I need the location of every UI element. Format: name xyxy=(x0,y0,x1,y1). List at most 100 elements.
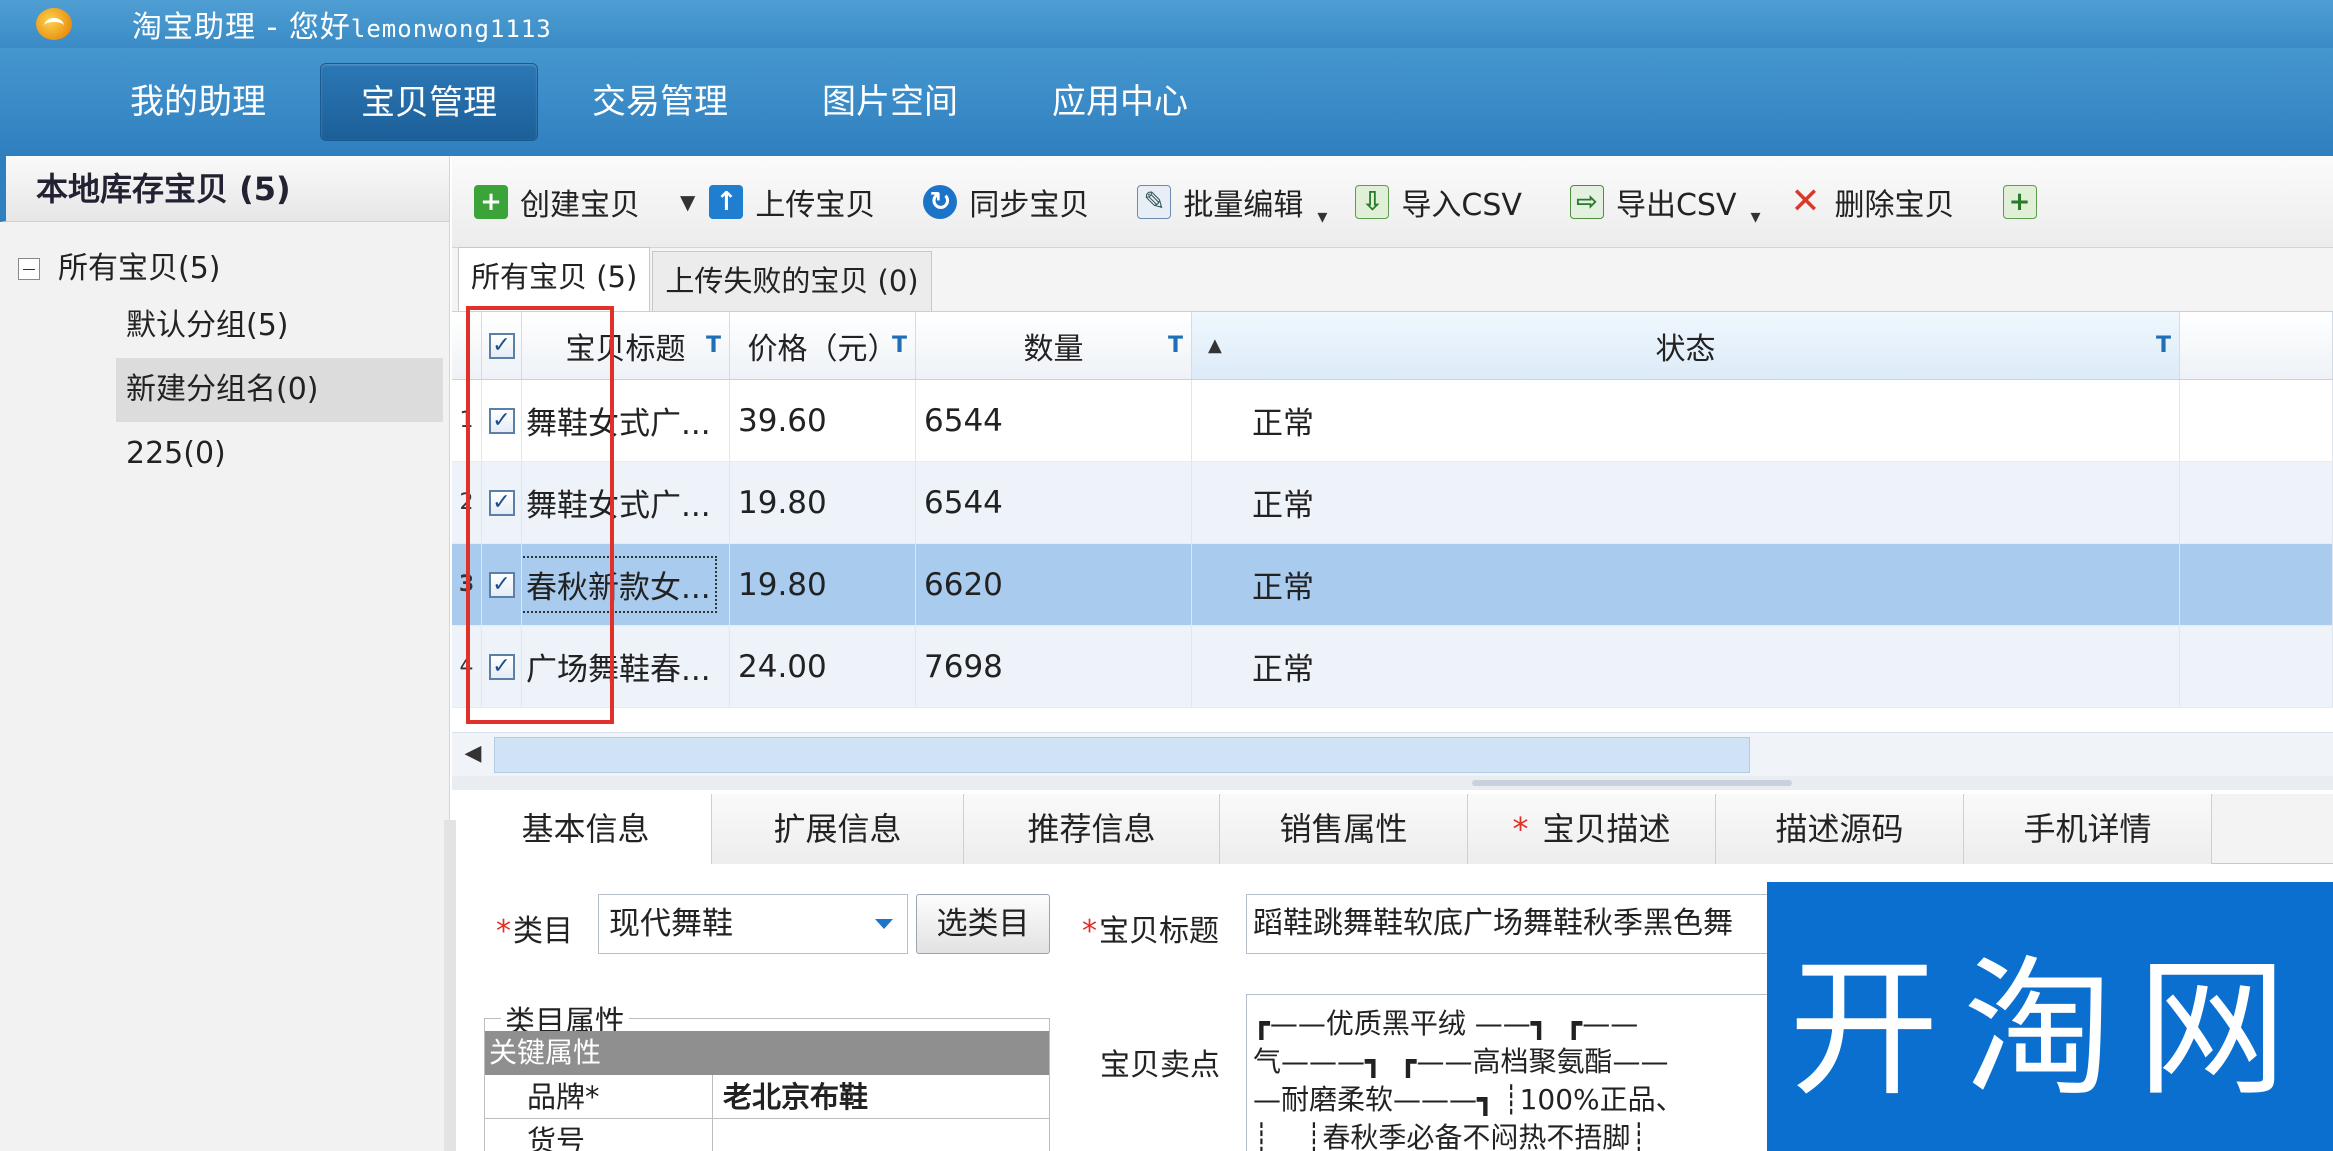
filter-icon[interactable]: T xyxy=(1168,333,1183,358)
tab-basic-info[interactable]: 基本信息 xyxy=(460,794,712,864)
tree-item-225[interactable]: 225(0) xyxy=(116,422,443,486)
create-dropdown-arrow-icon[interactable]: ▼ xyxy=(680,190,695,214)
filter-icon[interactable]: T xyxy=(2156,333,2171,358)
key-attributes-header: 关键属性 xyxy=(485,1031,1049,1075)
required-asterisk: * xyxy=(496,914,511,949)
nav-app-center[interactable]: 应用中心 xyxy=(1012,63,1228,141)
tab-item-description[interactable]: * 宝贝描述 xyxy=(1468,794,1716,864)
export-csv-label: 导出CSV xyxy=(1615,187,1737,223)
cell-status[interactable]: 正常 xyxy=(1192,462,2180,543)
nav-trade-management[interactable]: 交易管理 xyxy=(552,63,768,141)
scrollbar-thumb[interactable] xyxy=(494,737,1750,773)
batch-edit-button[interactable]: ✎ 批量编辑 xyxy=(1137,180,1303,224)
table-row[interactable]: 1 ✓ 舞鞋女式广... 39.60 6544 正常 xyxy=(452,380,2333,462)
required-asterisk: * xyxy=(1512,810,1529,848)
splitter-grip[interactable] xyxy=(1472,780,1792,786)
delete-item-label: 删除宝贝 xyxy=(1834,187,1955,223)
edit-document-icon: ✎ xyxy=(1137,184,1172,219)
cell-price[interactable]: 19.80 xyxy=(730,544,916,625)
main-nav: 我的助理 宝贝管理 交易管理 图片空间 应用中心 xyxy=(0,48,2333,156)
cell-price[interactable]: 39.60 xyxy=(730,380,916,461)
cell-status[interactable]: 正常 xyxy=(1192,380,2180,461)
cell-rest xyxy=(2180,626,2333,707)
tree-root-all-items[interactable]: 所有宝贝(5) xyxy=(0,244,449,294)
selling-points-textarea[interactable]: ┏——优质黑平绒 ——┓ ┏—— 气———┓ ┏——高档聚氨酯—— —耐磨柔软—… xyxy=(1246,994,1846,1151)
cell-price[interactable]: 24.00 xyxy=(730,626,916,707)
attr-row-brand[interactable]: 品牌* 老北京布鞋 xyxy=(485,1075,1049,1119)
sync-item-label: 同步宝贝 xyxy=(969,187,1090,223)
import-csv-label: 导入CSV xyxy=(1401,187,1522,223)
category-select[interactable]: 现代舞鞋 xyxy=(598,894,908,954)
upload-item-button[interactable]: ↑ 上传宝贝 xyxy=(709,180,875,224)
column-status-label: 状态 xyxy=(1655,331,1716,367)
item-title-input[interactable]: 蹈鞋跳舞鞋软底广场舞鞋秋季黑色舞 xyxy=(1246,894,1846,954)
collapse-icon[interactable] xyxy=(18,258,40,280)
tab-description-source[interactable]: 描述源码 xyxy=(1716,794,1964,864)
horizontal-scrollbar[interactable]: ◀ xyxy=(452,732,2333,776)
tree-root-label: 所有宝贝(5) xyxy=(58,251,221,286)
detail-tabs: 基本信息 扩展信息 推荐信息 销售属性 * 宝贝描述 描述源码 手机详情 xyxy=(460,794,2333,864)
column-header-rest xyxy=(2180,312,2333,379)
sync-icon: ↻ xyxy=(923,184,958,219)
tab-upload-failed[interactable]: 上传失败的宝贝 (0) xyxy=(652,251,932,311)
title-bar: 淘宝助理 - 您好lemonwong1113 xyxy=(0,0,2333,48)
item-title-label: *宝贝标题 xyxy=(1082,906,1219,950)
chevron-down-icon[interactable] xyxy=(875,919,893,929)
toolbar: + 创建宝贝 ▼ ↑ 上传宝贝 ↻ 同步宝贝 ✎ 批量编辑 ▾ ⇩ 导入CSV … xyxy=(452,156,2333,248)
column-header-qty[interactable]: 数量 T xyxy=(916,312,1192,379)
category-label-text: 类目 xyxy=(513,914,573,949)
export-dropdown-icon[interactable]: ▾ xyxy=(1750,204,1760,228)
export-csv-button[interactable]: ⇨ 导出CSV xyxy=(1569,180,1737,224)
cell-qty[interactable]: 6544 xyxy=(916,462,1192,543)
panel-splitter[interactable] xyxy=(452,776,2333,790)
pick-category-button[interactable]: 选类目 xyxy=(916,894,1050,954)
nav-item-management[interactable]: 宝贝管理 xyxy=(320,63,538,141)
attr-key: 品牌* xyxy=(485,1075,713,1118)
category-select-value: 现代舞鞋 xyxy=(609,906,733,942)
nav-image-space[interactable]: 图片空间 xyxy=(782,63,998,141)
sidebar-header[interactable]: 本地库存宝贝 (5) xyxy=(0,156,449,222)
left-panel-grip[interactable] xyxy=(444,820,456,1151)
cell-qty[interactable]: 6544 xyxy=(916,380,1192,461)
cell-qty[interactable]: 7698 xyxy=(916,626,1192,707)
tab-mobile-details[interactable]: 手机详情 xyxy=(1964,794,2212,864)
tree-item-new-group[interactable]: 新建分组名(0) xyxy=(116,358,443,422)
cell-rest xyxy=(2180,462,2333,543)
batch-edit-dropdown-icon[interactable]: ▾ xyxy=(1317,204,1327,228)
filter-icon[interactable]: T xyxy=(892,333,907,358)
scroll-left-arrow-icon[interactable]: ◀ xyxy=(460,741,486,767)
selling-points-label: 宝贝卖点 xyxy=(1100,1048,1220,1083)
tab-recommend-info[interactable]: 推荐信息 xyxy=(964,794,1220,864)
column-header-price[interactable]: 价格（元） T xyxy=(730,312,916,379)
import-csv-button[interactable]: ⇩ 导入CSV xyxy=(1355,180,1522,224)
window-title: 淘宝助理 - 您好lemonwong1113 xyxy=(132,2,552,46)
column-header-status[interactable]: ▲ 状态 T xyxy=(1192,312,2180,379)
watermark-logo: 开淘网 xyxy=(1767,882,2333,1151)
create-item-button[interactable]: + 创建宝贝 xyxy=(474,180,640,224)
sort-ascending-icon: ▲ xyxy=(1208,335,1222,356)
attr-row-next[interactable]: 货号 xyxy=(485,1119,1049,1151)
attr-value[interactable] xyxy=(713,1119,1049,1151)
plus-icon: + xyxy=(474,184,508,219)
tab-all-items[interactable]: 所有宝贝 (5) xyxy=(458,247,651,311)
tab-extended-info[interactable]: 扩展信息 xyxy=(712,794,964,864)
cell-rest xyxy=(2180,544,2333,625)
cell-status[interactable]: 正常 xyxy=(1192,544,2180,625)
delete-item-button[interactable]: ✕ 删除宝贝 xyxy=(1789,180,1955,224)
cell-status[interactable]: 正常 xyxy=(1192,626,2180,707)
column-price-label: 价格（元） xyxy=(747,331,898,367)
tree-item-default-group[interactable]: 默认分组(5) xyxy=(116,294,443,358)
filter-icon[interactable]: T xyxy=(706,333,721,358)
cell-price[interactable]: 19.80 xyxy=(730,462,916,543)
nav-my-assistant[interactable]: 我的助理 xyxy=(90,63,306,141)
cell-qty[interactable]: 6620 xyxy=(916,544,1192,625)
grid-header: ✓ 宝贝标题 T 价格（元） T 数量 T ▲ 状态 T xyxy=(452,312,2333,380)
attr-value[interactable]: 老北京布鞋 xyxy=(713,1075,1049,1118)
more-toolbar-button[interactable]: + xyxy=(2002,184,2049,219)
table-row[interactable]: 4 ✓ 广场舞鞋春... 24.00 7698 正常 xyxy=(452,626,2333,708)
category-attributes-group: 类目属性 关键属性 品牌* 老北京布鞋 货号 xyxy=(484,997,1050,1151)
sync-item-button[interactable]: ↻ 同步宝贝 xyxy=(923,180,1089,224)
table-row-selected[interactable]: 3 ✓ 春秋新款女... 19.80 6620 正常 xyxy=(452,544,2333,626)
table-row[interactable]: 2 ✓ 舞鞋女式广... 19.80 6544 正常 xyxy=(452,462,2333,544)
tab-sales-attrs[interactable]: 销售属性 xyxy=(1220,794,1468,864)
